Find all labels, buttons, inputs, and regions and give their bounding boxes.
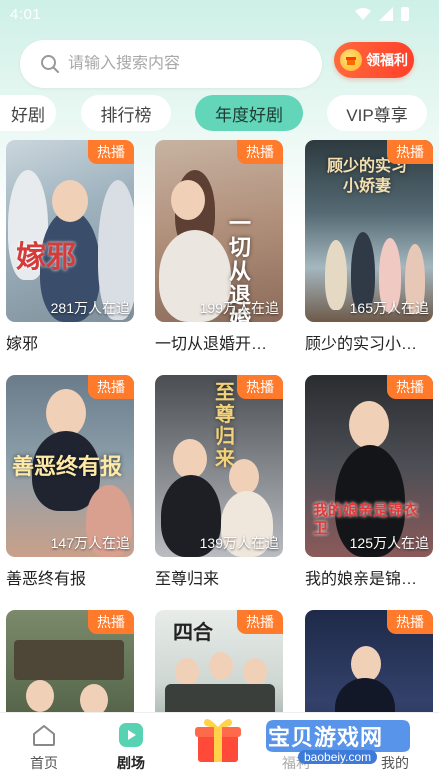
followers-count: 125万人在追 xyxy=(349,535,429,551)
nav-label: 剧场 xyxy=(117,755,145,771)
hot-badge: 热播 xyxy=(88,375,134,399)
poster-face xyxy=(243,658,267,686)
gift-box-icon[interactable] xyxy=(190,712,246,766)
poster-title: 嫁邪 xyxy=(16,240,76,275)
poster-title: 四合 xyxy=(173,620,213,644)
nav-label: 首页 xyxy=(30,755,58,771)
followers-count: 147万人在追 xyxy=(50,535,130,551)
drama-title: 顾少的实习小… xyxy=(305,336,418,353)
category-tabs: 好剧 排行榜 年度好剧 VIP尊享 xyxy=(0,95,439,131)
poster-face xyxy=(229,459,259,495)
tab-good-dramas[interactable]: 好剧 xyxy=(0,95,56,131)
search-icon xyxy=(41,55,59,73)
drama-poster[interactable]: 顾少的实习小娇妻 热播 165万人在追 xyxy=(305,140,433,322)
play-icon xyxy=(119,723,143,747)
poster-face xyxy=(209,652,233,680)
hot-badge: 热播 xyxy=(237,140,283,164)
hot-badge: 热播 xyxy=(88,610,134,634)
drama-poster[interactable]: 善恶终有报 热播 147万人在追 xyxy=(6,375,134,557)
watermark: 宝贝游戏网 baobeiy.com xyxy=(262,718,412,772)
status-time: 4:01 xyxy=(10,6,42,23)
drama-title: 我的娘亲是锦… xyxy=(305,571,418,588)
drama-card[interactable]: 善恶终有报 热播 147万人在追 善恶终有报 xyxy=(6,375,134,589)
tab-ranking[interactable]: 排行榜 xyxy=(81,95,171,131)
welfare-button[interactable]: 领福利 xyxy=(334,42,414,78)
signal-icon xyxy=(379,7,393,21)
drama-card[interactable]: 一切从退婚开 热播 199万人在追 一切从退婚开… xyxy=(155,140,283,354)
poster-face xyxy=(351,646,381,682)
nav-item-home[interactable]: 首页 xyxy=(14,723,74,773)
tab-label: 排行榜 xyxy=(100,105,152,125)
tab-label: 好剧 xyxy=(11,105,45,125)
poster-face xyxy=(26,680,54,712)
followers-count: 165万人在追 xyxy=(349,300,429,316)
tab-label: VIP尊享 xyxy=(346,105,408,125)
search-bar[interactable] xyxy=(20,40,322,88)
followers-count: 281万人在追 xyxy=(50,300,130,316)
hot-badge: 热播 xyxy=(387,610,433,634)
poster-figure xyxy=(325,240,347,310)
drama-card[interactable]: 我的娘亲是锦衣卫 热播 125万人在追 我的娘亲是锦… xyxy=(305,375,433,589)
hot-badge: 热播 xyxy=(88,140,134,164)
welfare-label: 领福利 xyxy=(366,52,408,68)
drama-title: 一切从退婚开… xyxy=(155,336,268,353)
coin-icon xyxy=(340,49,362,71)
battery-icon xyxy=(401,7,409,21)
status-icons xyxy=(355,7,409,21)
poster-figure xyxy=(14,640,124,680)
tab-label: 年度好剧 xyxy=(215,105,283,125)
poster-face xyxy=(52,180,88,222)
drama-card[interactable]: 嫁邪 热播 281万人在追 嫁邪 xyxy=(6,140,134,354)
poster-face xyxy=(171,180,205,220)
poster-title: 善恶终有报 xyxy=(12,454,123,480)
followers-count: 199万人在追 xyxy=(199,300,279,316)
drama-card[interactable]: 至尊归来 热播 139万人在追 至尊归来 xyxy=(155,375,283,589)
wifi-icon xyxy=(355,8,371,20)
poster-title: 我的娘亲是锦衣卫 xyxy=(313,501,419,537)
hot-badge: 热播 xyxy=(387,140,433,164)
drama-title: 嫁邪 xyxy=(6,336,39,353)
status-bar: 4:01 xyxy=(0,0,439,32)
hot-badge: 热播 xyxy=(237,375,283,399)
nav-item-theater[interactable]: 剧场 xyxy=(101,723,161,773)
drama-title: 至尊归来 xyxy=(155,571,220,588)
watermark-url: baobeiy.com xyxy=(298,750,378,764)
home-icon xyxy=(33,725,55,746)
drama-poster[interactable]: 一切从退婚开 热播 199万人在追 xyxy=(155,140,283,322)
drama-card[interactable]: 顾少的实习小娇妻 热播 165万人在追 顾少的实习小… xyxy=(305,140,433,354)
tab-vip[interactable]: VIP尊享 xyxy=(327,95,427,131)
drama-poster[interactable]: 嫁邪 热播 281万人在追 xyxy=(6,140,134,322)
search-input[interactable] xyxy=(68,55,308,73)
poster-face xyxy=(175,658,199,686)
hot-badge: 热播 xyxy=(387,375,433,399)
poster-face xyxy=(173,439,207,479)
hot-badge: 热播 xyxy=(237,610,283,634)
drama-poster[interactable]: 至尊归来 热播 139万人在追 xyxy=(155,375,283,557)
watermark-text: 宝贝游戏网 xyxy=(268,726,384,751)
tab-annual-dramas[interactable]: 年度好剧 xyxy=(195,95,303,131)
drama-title: 善恶终有报 xyxy=(6,571,87,588)
drama-poster[interactable]: 我的娘亲是锦衣卫 热播 125万人在追 xyxy=(305,375,433,557)
followers-count: 139万人在追 xyxy=(199,535,279,551)
poster-face xyxy=(349,401,389,449)
poster-face xyxy=(46,389,86,437)
